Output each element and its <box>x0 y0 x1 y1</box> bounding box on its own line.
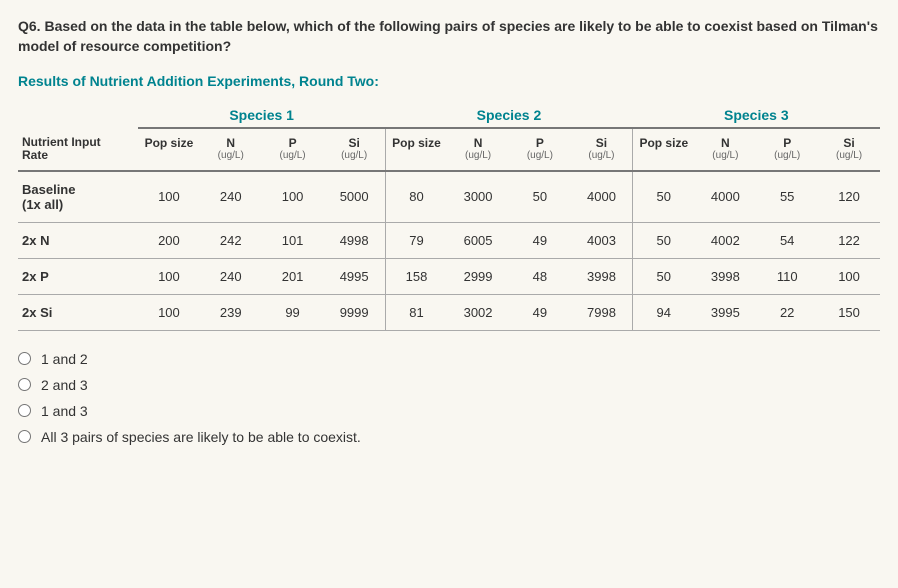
option-3-radio[interactable] <box>18 404 31 417</box>
table-row: 2x N200242101499879600549400350400254122 <box>18 222 880 258</box>
cell: 240 <box>200 171 262 223</box>
col-header: Si(ug/L) <box>818 128 880 171</box>
species-3-header: Species 3 <box>633 97 880 128</box>
option-1-radio[interactable] <box>18 352 31 365</box>
option-4-radio[interactable] <box>18 430 31 443</box>
cell: 3000 <box>447 171 509 223</box>
cell: 100 <box>138 294 200 330</box>
cell: 242 <box>200 222 262 258</box>
question-text: Q6. Based on the data in the table below… <box>18 16 880 57</box>
cell: 7998 <box>571 294 633 330</box>
col-header: N(ug/L) <box>694 128 756 171</box>
row-label: 2x N <box>18 222 138 258</box>
option-2-radio[interactable] <box>18 378 31 391</box>
answer-options: 1 and 2 2 and 3 1 and 3 All 3 pairs of s… <box>18 351 880 445</box>
col-header: P(ug/L) <box>262 128 324 171</box>
col-header: P(ug/L) <box>756 128 818 171</box>
cell: 100 <box>138 171 200 223</box>
column-header-row: Nutrient Input Rate Pop size N(ug/L) P(u… <box>18 128 880 171</box>
cell: 6005 <box>447 222 509 258</box>
col-header: Pop size <box>138 128 200 171</box>
cell: 3002 <box>447 294 509 330</box>
data-table: Species 1 Species 2 Species 3 Nutrient I… <box>18 97 880 331</box>
cell: 4000 <box>694 171 756 223</box>
cell: 79 <box>385 222 447 258</box>
cell: 101 <box>262 222 324 258</box>
cell: 9999 <box>323 294 385 330</box>
table-row: 2x Si10023999999981300249799894399522150 <box>18 294 880 330</box>
table-title: Results of Nutrient Addition Experiments… <box>18 73 880 89</box>
row-label: 2x P <box>18 258 138 294</box>
cell: 110 <box>756 258 818 294</box>
species-1-header: Species 1 <box>138 97 385 128</box>
cell: 100 <box>138 258 200 294</box>
species-header-row: Species 1 Species 2 Species 3 <box>18 97 880 128</box>
cell: 2999 <box>447 258 509 294</box>
col-header: N(ug/L) <box>200 128 262 171</box>
cell: 50 <box>633 222 695 258</box>
cell: 55 <box>756 171 818 223</box>
cell: 239 <box>200 294 262 330</box>
row-header-label: Nutrient Input Rate <box>18 128 138 171</box>
cell: 94 <box>633 294 695 330</box>
option-4[interactable]: All 3 pairs of species are likely to be … <box>18 429 880 445</box>
col-header: Si(ug/L) <box>571 128 633 171</box>
table-row: 2x P100240201499515829994839985039981101… <box>18 258 880 294</box>
cell: 50 <box>509 171 571 223</box>
option-2[interactable]: 2 and 3 <box>18 377 880 393</box>
cell: 240 <box>200 258 262 294</box>
col-header: P(ug/L) <box>509 128 571 171</box>
cell: 122 <box>818 222 880 258</box>
option-1-label: 1 and 2 <box>41 351 88 367</box>
cell: 100 <box>262 171 324 223</box>
cell: 4000 <box>571 171 633 223</box>
cell: 54 <box>756 222 818 258</box>
cell: 4998 <box>323 222 385 258</box>
cell: 4002 <box>694 222 756 258</box>
option-3[interactable]: 1 and 3 <box>18 403 880 419</box>
cell: 22 <box>756 294 818 330</box>
cell: 3998 <box>571 258 633 294</box>
cell: 80 <box>385 171 447 223</box>
cell: 201 <box>262 258 324 294</box>
cell: 48 <box>509 258 571 294</box>
cell: 50 <box>633 258 695 294</box>
cell: 120 <box>818 171 880 223</box>
cell: 49 <box>509 294 571 330</box>
col-header: Pop size <box>633 128 695 171</box>
cell: 150 <box>818 294 880 330</box>
cell: 5000 <box>323 171 385 223</box>
cell: 3998 <box>694 258 756 294</box>
cell: 99 <box>262 294 324 330</box>
row-label: 2x Si <box>18 294 138 330</box>
cell: 100 <box>818 258 880 294</box>
cell: 158 <box>385 258 447 294</box>
cell: 50 <box>633 171 695 223</box>
cell: 49 <box>509 222 571 258</box>
cell: 4995 <box>323 258 385 294</box>
cell: 200 <box>138 222 200 258</box>
species-2-header: Species 2 <box>385 97 632 128</box>
option-4-label: All 3 pairs of species are likely to be … <box>41 429 361 445</box>
table-row: Baseline(1x all)100240100500080300050400… <box>18 171 880 223</box>
cell: 3995 <box>694 294 756 330</box>
col-header: N(ug/L) <box>447 128 509 171</box>
option-2-label: 2 and 3 <box>41 377 88 393</box>
option-3-label: 1 and 3 <box>41 403 88 419</box>
cell: 81 <box>385 294 447 330</box>
col-header: Pop size <box>385 128 447 171</box>
cell: 4003 <box>571 222 633 258</box>
row-label: Baseline(1x all) <box>18 171 138 223</box>
option-1[interactable]: 1 and 2 <box>18 351 880 367</box>
col-header: Si(ug/L) <box>323 128 385 171</box>
